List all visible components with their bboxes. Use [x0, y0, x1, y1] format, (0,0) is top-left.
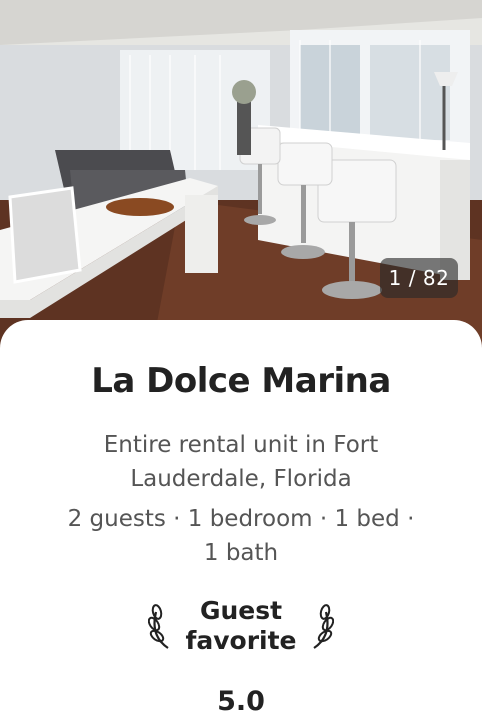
rating-value: 5.0: [217, 686, 265, 717]
laurel-right-icon: [313, 604, 334, 649]
details-line-2: 1 bath: [203, 540, 279, 566]
laurel-left-icon: [148, 604, 169, 649]
listing-photo[interactable]: 1 / 82: [0, 0, 482, 360]
details-line-1: 2 guests · 1 bedroom · 1 bed ·: [67, 506, 415, 532]
listing-details: 2 guests · 1 bedroom · 1 bed · 1 bath: [30, 502, 452, 570]
listing-title: La Dolce Marina: [91, 361, 391, 401]
guest-favorite-line-2: favorite: [185, 626, 297, 655]
guest-favorite-line-1: Guest: [199, 596, 283, 625]
guest-favorite-text: Guest favorite: [176, 596, 306, 656]
photo-counter: 1 / 82: [380, 258, 458, 298]
guest-favorite-badge: Guest favorite: [140, 594, 342, 660]
listing-subtitle: Entire rental unit in Fort Lauderdale, F…: [103, 432, 379, 492]
